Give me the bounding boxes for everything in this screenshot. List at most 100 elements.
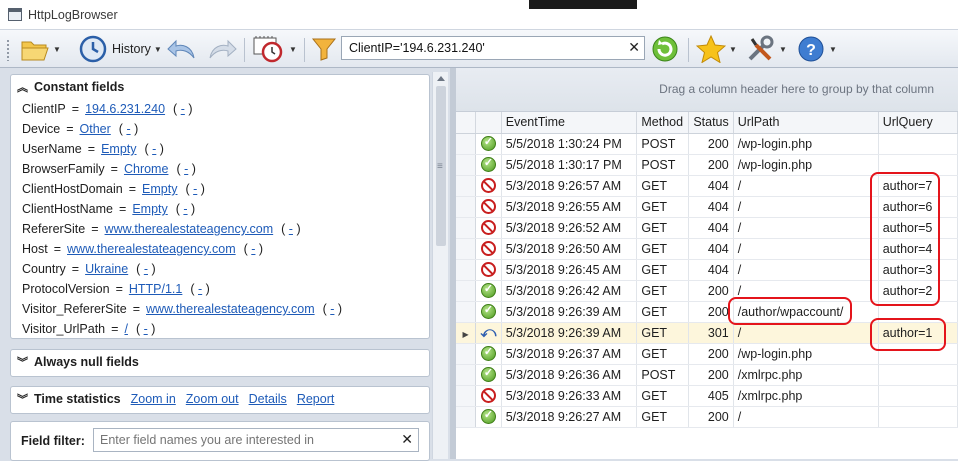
cell-status: 404 <box>688 175 734 197</box>
field-value-link[interactable]: www.therealestateagency.com <box>67 242 236 256</box>
open-button[interactable]: ▼ <box>20 34 61 64</box>
exclude-field-link[interactable]: ( - ) <box>173 102 192 116</box>
field-filter-box[interactable]: ✕ <box>93 428 419 452</box>
filter-expression-box[interactable]: ✕ <box>341 36 645 60</box>
close-icon[interactable]: ✕ <box>628 39 640 56</box>
row-indicator[interactable] <box>456 217 477 239</box>
column-header-method[interactable]: Method <box>636 112 690 134</box>
exclude-field-link[interactable]: ( - ) <box>244 242 263 256</box>
table-row[interactable]: 5/3/2018 9:26:39 AMGET200/author/wpaccou… <box>456 301 958 323</box>
time-statistics-header[interactable]: ︾ Time statistics Zoom in Zoom out Detai… <box>11 387 429 411</box>
table-row[interactable]: 5/5/2018 1:30:24 PMPOST200/wp-login.php <box>456 133 958 155</box>
table-row[interactable]: 5/3/2018 9:26:37 AMGET200/wp-login.php <box>456 343 958 365</box>
field-value-link[interactable]: HTTP/1.1 <box>129 282 183 296</box>
table-row[interactable]: 5/3/2018 9:26:42 AMGET200/author=2 <box>456 280 958 302</box>
chevron-down-icon: ▼ <box>53 44 61 54</box>
forward-button[interactable] <box>206 34 238 64</box>
group-by-area[interactable]: Drag a column header here to group by th… <box>456 68 958 112</box>
cell-status: 200 <box>688 343 734 365</box>
column-header-status[interactable]: Status <box>688 112 734 134</box>
exclude-field-link[interactable]: ( - ) <box>176 202 195 216</box>
exclude-field-link[interactable]: ( - ) <box>136 262 155 276</box>
tools-button[interactable]: ▼ <box>746 34 787 64</box>
row-indicator[interactable] <box>456 406 477 428</box>
zoom-out-link[interactable]: Zoom out <box>186 392 239 406</box>
table-row[interactable]: 5/3/2018 9:26:27 AMGET200/ <box>456 406 958 428</box>
table-row[interactable]: ▶ ⤺ 5/3/2018 9:26:39 AM GET 301/author=1 <box>456 322 958 344</box>
time-statistics-title: Time statistics <box>34 392 121 406</box>
help-button[interactable]: ? ▼ <box>796 34 837 64</box>
row-indicator[interactable] <box>456 154 477 176</box>
row-indicator[interactable] <box>456 385 477 407</box>
field-value-link[interactable]: Ukraine <box>85 262 128 276</box>
column-header-eventtime[interactable]: EventTime <box>501 112 638 134</box>
exclude-field-link[interactable]: ( - ) <box>119 122 138 136</box>
cell-eventtime: 5/3/2018 9:26:42 AM <box>501 280 638 302</box>
exclude-field-link[interactable]: ( - ) <box>281 222 300 236</box>
exclude-field-link[interactable]: ( - ) <box>176 162 195 176</box>
field-value-link[interactable]: Empty <box>101 142 136 156</box>
filter-expression-input[interactable] <box>347 38 617 58</box>
field-value-link[interactable]: Chrome <box>124 162 168 176</box>
row-indicator[interactable] <box>456 238 477 260</box>
field-value-link[interactable]: www.therealestateagency.com <box>105 222 274 236</box>
details-link[interactable]: Details <box>249 392 287 406</box>
field-value-link[interactable]: Empty <box>142 182 177 196</box>
column-header-urlpath[interactable]: UrlPath <box>733 112 879 134</box>
field-value-link[interactable]: 194.6.231.240 <box>85 102 165 116</box>
icon-column-header[interactable] <box>475 112 502 134</box>
filter-button[interactable] <box>311 34 337 64</box>
row-indicator[interactable]: ▶ <box>456 322 477 344</box>
exclude-field-link[interactable]: ( - ) <box>323 302 342 316</box>
table-row[interactable]: 5/3/2018 9:26:45 AM GET 404/author=3 <box>456 259 958 281</box>
table-row[interactable]: 5/3/2018 9:26:36 AMPOST200/xmlrpc.php <box>456 364 958 386</box>
exclude-field-link[interactable]: ( - ) <box>145 142 164 156</box>
field-value-link[interactable]: / <box>124 322 127 336</box>
zoom-in-link[interactable]: Zoom in <box>131 392 176 406</box>
close-icon[interactable]: ✕ <box>401 431 413 448</box>
favorites-button[interactable]: ▼ <box>696 34 737 64</box>
cell-urlquery: author=1 <box>878 322 958 344</box>
back-button[interactable] <box>166 34 198 64</box>
row-indicator[interactable] <box>456 343 477 365</box>
cell-status: 200 <box>688 406 734 428</box>
scroll-up-icon[interactable] <box>437 76 445 81</box>
expand-chevron-icon[interactable]: ︾ <box>17 391 28 407</box>
left-panel-scrollbar[interactable]: ≡ <box>432 72 448 459</box>
always-null-header[interactable]: ︾ Always null fields <box>11 350 429 374</box>
row-indicator[interactable] <box>456 259 477 281</box>
table-row[interactable]: 5/3/2018 9:26:52 AM GET 404/author=5 <box>456 217 958 239</box>
collapse-chevron-icon[interactable]: ︽ <box>17 79 28 95</box>
row-indicator[interactable] <box>456 133 477 155</box>
refresh-button[interactable] <box>650 34 680 64</box>
toolbar-grip[interactable] <box>6 39 10 61</box>
row-indicator[interactable] <box>456 175 477 197</box>
exclude-field-link[interactable]: ( - ) <box>190 282 209 296</box>
row-indicator[interactable] <box>456 280 477 302</box>
exclude-field-link[interactable]: ( - ) <box>185 182 204 196</box>
expand-chevron-icon[interactable]: ︾ <box>17 354 28 370</box>
table-row[interactable]: 5/3/2018 9:26:33 AM GET 405/xmlrpc.php <box>456 385 958 407</box>
row-indicator[interactable] <box>456 301 477 323</box>
time-range-button[interactable]: ▼ <box>252 34 297 64</box>
exclude-field-link[interactable]: ( - ) <box>136 322 155 336</box>
field-value-link[interactable]: Other <box>80 122 111 136</box>
field-value-link[interactable]: www.therealestateagency.com <box>146 302 315 316</box>
column-header-urlquery[interactable]: UrlQuery <box>878 112 958 134</box>
history-button[interactable]: History ▼ <box>78 34 162 64</box>
table-row[interactable]: 5/3/2018 9:26:55 AM GET 404/author=6 <box>456 196 958 218</box>
cell-eventtime: 5/3/2018 9:26:55 AM <box>501 196 638 218</box>
report-link[interactable]: Report <box>297 392 335 406</box>
field-value-link[interactable]: Empty <box>132 202 167 216</box>
table-row[interactable]: 5/5/2018 1:30:17 PMPOST200/wp-login.php <box>456 154 958 176</box>
constant-fields-section: ︽ Constant fields ClientIP = 194.6.231.240… <box>10 74 430 339</box>
row-indicator[interactable] <box>456 364 477 386</box>
row-indicator[interactable] <box>456 196 477 218</box>
cell-status: 200 <box>688 280 734 302</box>
cell-urlquery: author=2 <box>878 280 958 302</box>
table-row[interactable]: 5/3/2018 9:26:50 AM GET 404/author=4 <box>456 238 958 260</box>
calendar-clock-icon <box>253 36 283 63</box>
constant-fields-header[interactable]: ︽ Constant fields <box>11 75 429 99</box>
field-filter-input[interactable] <box>98 430 398 450</box>
table-row[interactable]: 5/3/2018 9:26:57 AM GET 404/author=7 <box>456 175 958 197</box>
